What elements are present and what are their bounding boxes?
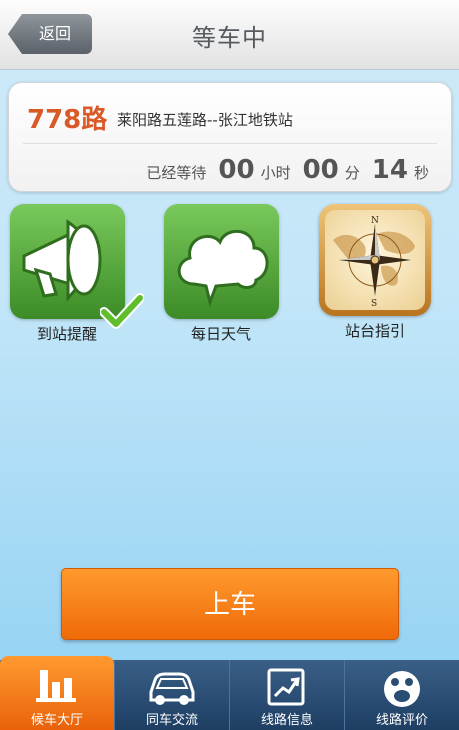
tab-label: 线路评价: [375, 713, 428, 728]
tab-label: 候车大厅: [30, 713, 83, 728]
wait-timer: 已经等待 00 小时 00 分 14 秒: [146, 155, 429, 185]
wait-minutes: 00: [302, 155, 339, 185]
compass-icon: N S: [319, 204, 431, 316]
trend-chart-icon: [267, 668, 305, 706]
bar-chart-icon: [36, 670, 76, 702]
route-number: 778路: [27, 105, 108, 135]
feature-platform-guide[interactable]: N S 站台指引: [310, 204, 440, 341]
feature-daily-weather[interactable]: 每日天气: [156, 204, 286, 344]
smiley-icon: [384, 671, 420, 707]
wait-seconds: 14: [371, 155, 408, 185]
tab-waiting-hall[interactable]: 候车大厅: [0, 656, 114, 730]
wait-hours: 00: [218, 155, 255, 185]
page-title: 等车中: [192, 24, 267, 52]
board-bus-button[interactable]: 上车: [61, 568, 399, 640]
svg-text:N: N: [371, 216, 379, 226]
route-description: 莱阳路五莲路--张江地铁站: [117, 111, 293, 129]
svg-text:S: S: [371, 299, 377, 309]
tab-label: 同车交流: [145, 713, 198, 728]
tab-label: 线路信息: [260, 713, 313, 728]
seconds-unit: 秒: [413, 164, 429, 182]
cloud-icon: [163, 204, 279, 319]
wait-prefix: 已经等待: [146, 164, 207, 182]
checkmark-icon: [100, 293, 144, 329]
tab-ride-chat[interactable]: 同车交流: [114, 660, 229, 730]
feature-label: 站台指引: [344, 322, 405, 340]
tab-bar: 候车大厅 同车交流 线路信息 线路评价: [0, 656, 459, 730]
hours-unit: 小时: [260, 164, 291, 182]
tab-route-review[interactable]: 线路评价: [344, 660, 459, 730]
route-info-card: 778路 莱阳路五莲路--张江地铁站 已经等待 00 小时 00 分 14 秒: [8, 82, 452, 192]
car-icon: [149, 672, 195, 705]
feature-label: 每日天气: [190, 325, 251, 343]
divider: [23, 143, 437, 144]
header-bar: 返回 等车中: [0, 0, 459, 70]
minutes-unit: 分: [344, 164, 360, 182]
tab-route-info[interactable]: 线路信息: [229, 660, 344, 730]
